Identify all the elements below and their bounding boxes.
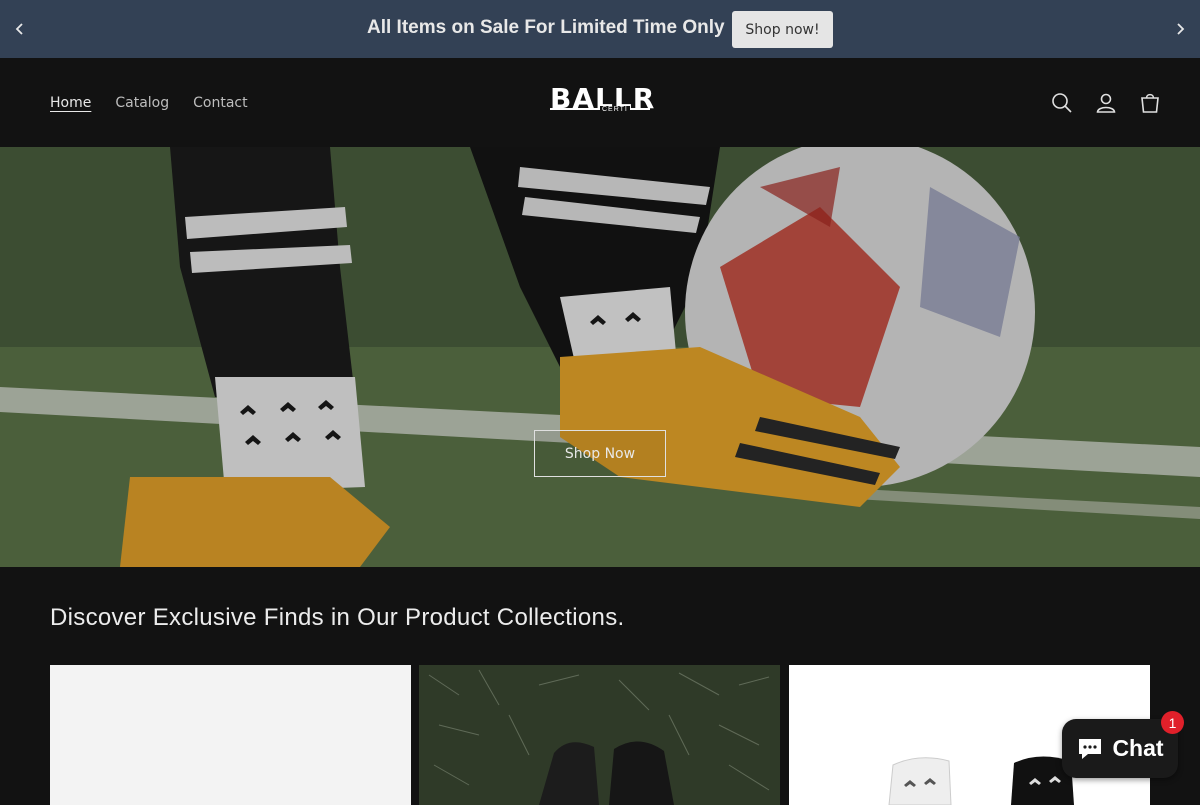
cart-icon xyxy=(1141,93,1159,113)
chat-unread-badge: 1 xyxy=(1161,711,1184,734)
collections-section: Discover Exclusive Finds in Our Product … xyxy=(0,567,1200,805)
collection-card-blank[interactable] xyxy=(50,665,411,805)
hero-overlay xyxy=(0,147,1200,567)
collections-heading: Discover Exclusive Finds in Our Product … xyxy=(50,604,625,631)
hero-shop-now-button[interactable]: Shop Now xyxy=(534,430,666,477)
cart-button[interactable] xyxy=(1138,91,1162,115)
nav-catalog[interactable]: Catalog xyxy=(115,95,169,111)
account-button[interactable] xyxy=(1094,91,1118,115)
announcement-bar: All Items on Sale For Limited Time Only … xyxy=(0,0,1200,58)
chat-label: Chat xyxy=(1112,735,1164,761)
nav-home[interactable]: Home xyxy=(50,95,91,111)
logo-subtext: CERTI xyxy=(600,106,630,113)
collection-card-shin-guards[interactable] xyxy=(419,665,780,805)
shin-guards-image xyxy=(419,665,780,805)
chevron-left-icon xyxy=(15,23,23,35)
main-nav: Home Catalog Contact xyxy=(50,58,248,147)
search-button[interactable] xyxy=(1050,91,1074,115)
account-icon xyxy=(1096,93,1116,113)
chat-bubble-icon xyxy=(1079,738,1102,759)
chevron-right-icon xyxy=(1177,23,1185,35)
nav-contact[interactable]: Contact xyxy=(193,95,247,111)
chat-button[interactable]: Chat xyxy=(1062,719,1178,778)
site-logo[interactable]: BALLR CERTI xyxy=(550,84,654,120)
next-announcement-button[interactable] xyxy=(1160,0,1200,58)
hero-banner: Shop Now xyxy=(0,147,1200,567)
site-header: Home Catalog Contact BALLR CERTI xyxy=(0,58,1200,147)
announcement-text: All Items on Sale For Limited Time Only xyxy=(367,17,725,38)
previous-announcement-button[interactable] xyxy=(0,0,40,58)
header-icons xyxy=(1050,58,1162,147)
search-icon xyxy=(1052,92,1072,113)
shop-now-button[interactable]: Shop now! xyxy=(732,11,833,48)
